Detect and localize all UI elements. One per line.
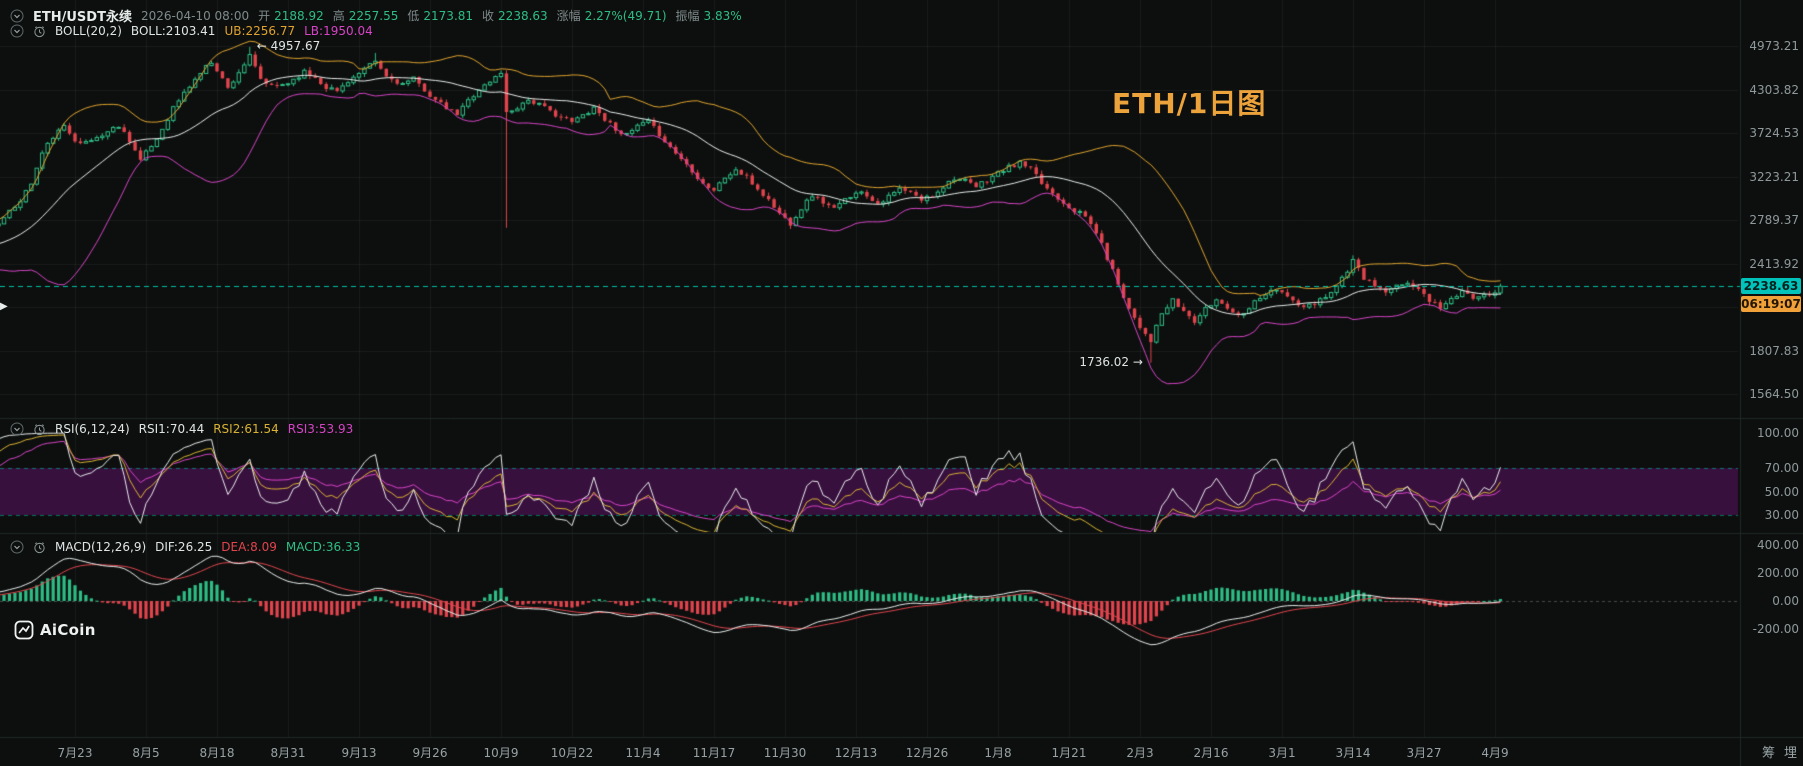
chart-canvas[interactable] bbox=[0, 0, 1803, 766]
